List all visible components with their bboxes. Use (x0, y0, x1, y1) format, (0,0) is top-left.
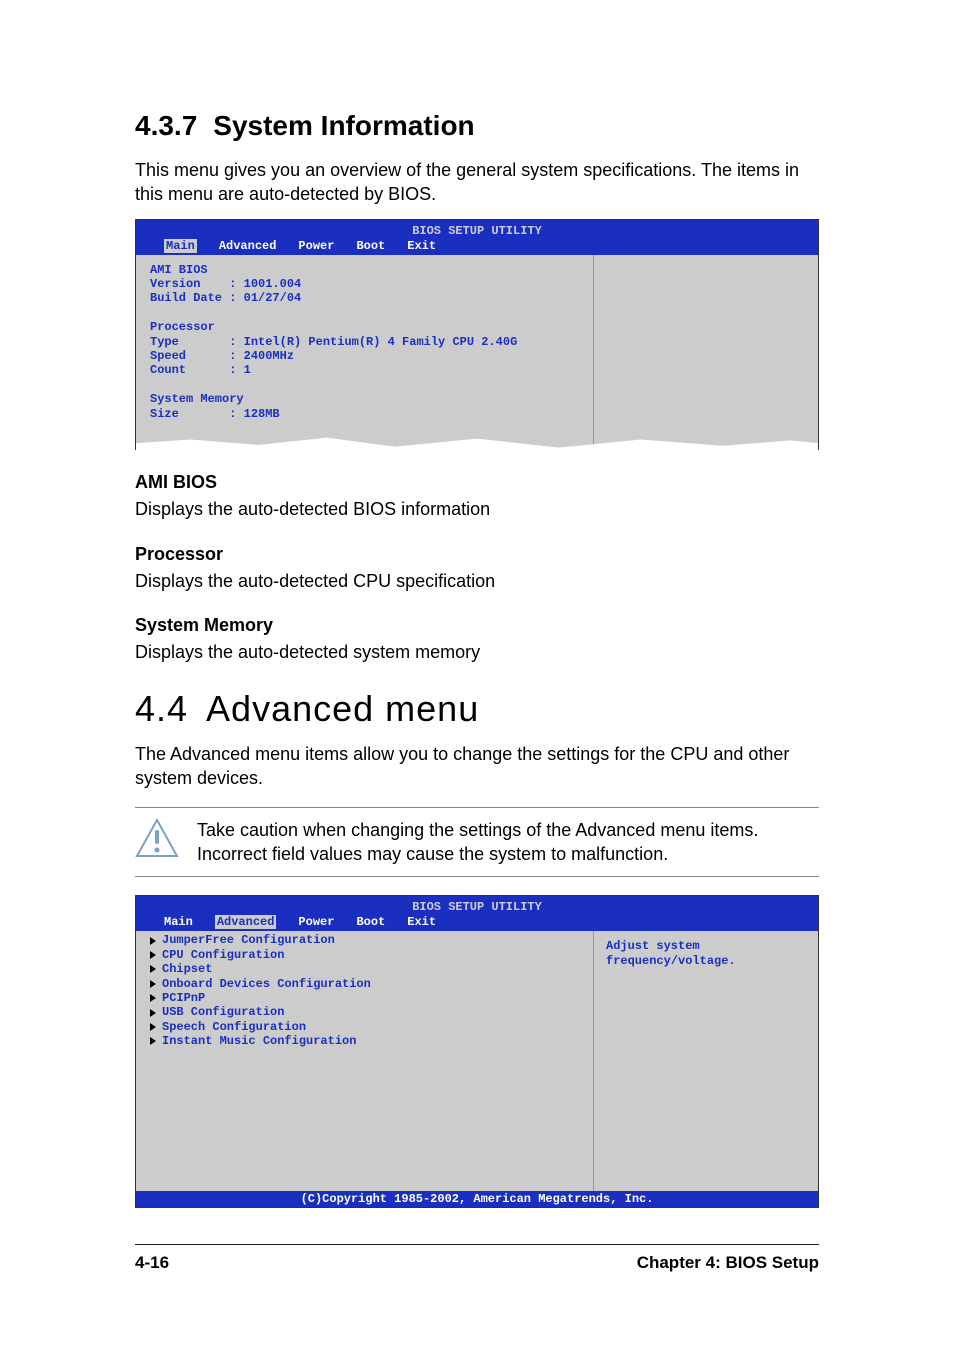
section-437-title: System Information (213, 110, 474, 141)
bios1-speed-value: 2400MHz (244, 349, 294, 363)
list-item: Instant Music Configuration (162, 1034, 356, 1048)
bios1-size-label: Size (150, 407, 179, 421)
section-44-number: 4.4 (135, 688, 188, 730)
triangle-icon (150, 994, 156, 1002)
bios1-count-value: 1 (244, 363, 251, 377)
bios1-title: BIOS SETUP UTILITY (144, 222, 810, 238)
subhead-memory: System Memory (135, 615, 819, 636)
bios2-help-line2: frequency/voltage. (606, 954, 806, 968)
triangle-icon (150, 1009, 156, 1017)
bios2-header: BIOS SETUP UTILITY Main Advanced Power B… (136, 896, 818, 931)
bios2-item-speech: Speech Configuration (150, 1020, 579, 1034)
list-item: PCIPnP (162, 991, 205, 1005)
page-number: 4-16 (135, 1253, 169, 1273)
bios2-item-pcipnp: PCIPnP (150, 991, 579, 1005)
triangle-icon (150, 965, 156, 973)
bios2-item-cpu: CPU Configuration (150, 948, 579, 962)
bios2-help-line1: Adjust system (606, 939, 806, 953)
bios1-left-panel: AMI BIOS Version : 1001.004 Build Date :… (136, 255, 594, 450)
subdesc-memory: Displays the auto-detected system memory (135, 640, 819, 664)
caution-icon (135, 818, 179, 858)
bios1-mem-heading: System Memory (150, 392, 579, 406)
bios-screenshot-main: BIOS SETUP UTILITY Main Advanced Power B… (135, 219, 819, 451)
bios2-left-panel: JumperFree Configuration CPU Configurati… (136, 931, 594, 1191)
section-437-heading: 4.3.7 System Information (135, 110, 819, 142)
subhead-ami: AMI BIOS (135, 472, 819, 493)
bios1-version-label: Version (150, 277, 200, 291)
bios2-tab-advanced: Advanced (215, 915, 277, 929)
bios1-tab-boot: Boot (356, 239, 385, 253)
bios2-item-onboard: Onboard Devices Configuration (150, 977, 579, 991)
bios1-tab-exit: Exit (407, 239, 436, 253)
bios1-type-value: Intel(R) Pentium(R) 4 Family CPU 2.40G (244, 335, 518, 349)
page-footer: 4-16 Chapter 4: BIOS Setup (135, 1244, 819, 1273)
subdesc-processor: Displays the auto-detected CPU specifica… (135, 569, 819, 593)
bios2-tab-boot: Boot (356, 915, 385, 929)
subhead-processor: Processor (135, 544, 819, 565)
section-44-body: The Advanced menu items allow you to cha… (135, 742, 819, 791)
section-437-number: 4.3.7 (135, 110, 197, 142)
list-item: JumperFree Configuration (162, 933, 335, 947)
bios1-header: BIOS SETUP UTILITY Main Advanced Power B… (136, 220, 818, 255)
bios1-count-row: Count : 1 (150, 363, 579, 377)
bios1-build-label: Build Date (150, 291, 222, 305)
list-item: USB Configuration (162, 1005, 284, 1019)
list-item: Speech Configuration (162, 1020, 306, 1034)
section-44-heading: 4.4 Advanced menu (135, 688, 819, 730)
bios1-tab-advanced: Advanced (219, 239, 277, 253)
bios1-version-row: Version : 1001.004 (150, 277, 579, 291)
bios1-speed-label: Speed (150, 349, 186, 363)
bios1-speed-row: Speed : 2400MHz (150, 349, 579, 363)
bios1-ami-heading: AMI BIOS (150, 263, 579, 277)
bios2-right-panel: Adjust system frequency/voltage. (594, 931, 818, 1191)
bios1-body: AMI BIOS Version : 1001.004 Build Date :… (136, 255, 818, 450)
bios2-item-jumperfree: JumperFree Configuration (150, 933, 579, 947)
bios1-count-label: Count (150, 363, 186, 377)
list-item: Chipset (162, 962, 212, 976)
triangle-icon (150, 1023, 156, 1031)
bios2-tab-main: Main (164, 915, 193, 929)
bios1-type-row: Type : Intel(R) Pentium(R) 4 Family CPU … (150, 335, 579, 349)
triangle-icon (150, 937, 156, 945)
list-item: CPU Configuration (162, 948, 284, 962)
bios2-item-usb: USB Configuration (150, 1005, 579, 1019)
bios2-tabs: Main Advanced Power Boot Exit (144, 915, 810, 929)
section-437-intro: This menu gives you an overview of the g… (135, 158, 819, 207)
bios2-body: JumperFree Configuration CPU Configurati… (136, 931, 818, 1191)
caution-text: Take caution when changing the settings … (197, 818, 819, 867)
bios1-build-row: Build Date : 01/27/04 (150, 291, 579, 305)
bios2-item-instantmusic: Instant Music Configuration (150, 1034, 579, 1048)
bios2-footer: (C)Copyright 1985-2002, American Megatre… (136, 1191, 818, 1207)
triangle-icon (150, 951, 156, 959)
bios1-version-value: 1001.004 (244, 277, 302, 291)
bios1-tab-power: Power (298, 239, 334, 253)
bios1-size-value: 128MB (244, 407, 280, 421)
caution-block: Take caution when changing the settings … (135, 807, 819, 878)
bios1-tab-main: Main (164, 239, 197, 253)
section-44-title: Advanced menu (206, 688, 479, 729)
chapter-label: Chapter 4: BIOS Setup (637, 1253, 819, 1273)
bios2-tab-power: Power (298, 915, 334, 929)
subdesc-ami: Displays the auto-detected BIOS informat… (135, 497, 819, 521)
bios1-build-value: 01/27/04 (244, 291, 302, 305)
bios-screenshot-advanced: BIOS SETUP UTILITY Main Advanced Power B… (135, 895, 819, 1208)
bios1-size-row: Size : 128MB (150, 407, 579, 421)
triangle-icon (150, 1037, 156, 1045)
bios2-tab-exit: Exit (407, 915, 436, 929)
list-item: Onboard Devices Configuration (162, 977, 371, 991)
bios1-type-label: Type (150, 335, 179, 349)
bios1-right-panel (594, 255, 818, 450)
bios1-proc-heading: Processor (150, 320, 579, 334)
triangle-icon (150, 980, 156, 988)
bios2-item-chipset: Chipset (150, 962, 579, 976)
bios2-title: BIOS SETUP UTILITY (144, 898, 810, 914)
bios1-tabs: Main Advanced Power Boot Exit (144, 239, 810, 253)
